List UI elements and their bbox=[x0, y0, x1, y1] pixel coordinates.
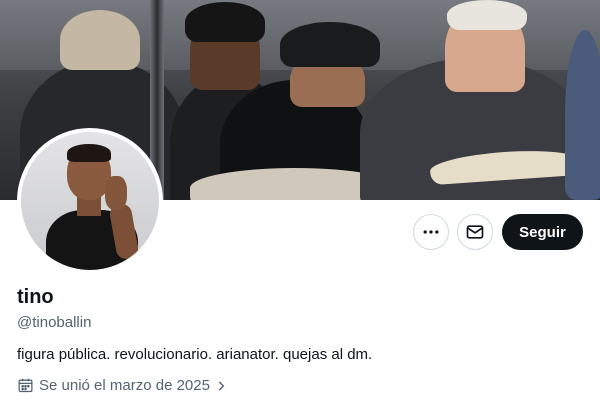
profile-avatar[interactable] bbox=[17, 128, 163, 274]
follow-button[interactable]: Seguir bbox=[502, 214, 583, 250]
banner-person-left-head bbox=[60, 10, 140, 70]
avatar-hand bbox=[105, 176, 127, 210]
joined-date-text: Se unió el marzo de 2025 bbox=[39, 377, 210, 394]
envelope-icon bbox=[465, 222, 485, 242]
display-name: tino bbox=[17, 286, 54, 308]
user-handle: @tinoballin bbox=[17, 314, 92, 331]
banner-person-far-right bbox=[565, 30, 600, 200]
profile-bio: figura pública. revolucionario. arianato… bbox=[17, 346, 373, 363]
more-options-button[interactable] bbox=[413, 214, 449, 250]
calendar-icon bbox=[17, 377, 34, 394]
message-button[interactable] bbox=[457, 214, 493, 250]
joined-date-row[interactable]: Se unió el marzo de 2025 bbox=[17, 377, 228, 394]
banner-person-beanie bbox=[280, 22, 380, 67]
avatar-hair bbox=[67, 144, 111, 162]
banner-person-mid-hair bbox=[185, 2, 265, 42]
profile-page: Seguir tino @tinoballin figura pública. … bbox=[0, 0, 600, 407]
banner-person-right-hair bbox=[447, 0, 527, 30]
more-horizontal-icon bbox=[421, 222, 441, 242]
chevron-right-icon[interactable] bbox=[214, 379, 228, 393]
